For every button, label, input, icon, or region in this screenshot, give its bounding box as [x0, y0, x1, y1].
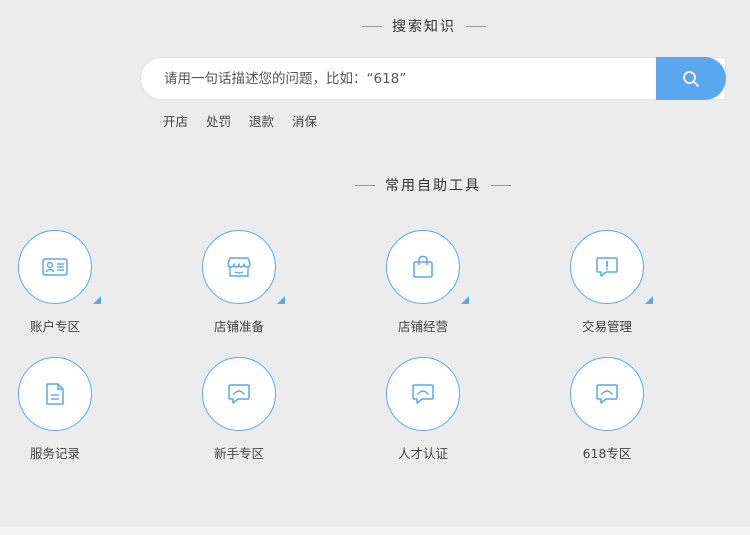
bottom-bar [0, 527, 750, 535]
document-icon [46, 383, 64, 405]
search-input[interactable] [141, 58, 725, 99]
hot-tag-link[interactable]: 退款 [249, 111, 274, 130]
hot-tag-link[interactable]: 开店 [163, 111, 188, 130]
tool-label: 服务记录 [29, 446, 80, 461]
tool-icon-circle[interactable] [18, 357, 92, 431]
title-divider-left [355, 184, 375, 186]
id-card-icon [42, 258, 68, 276]
tool-label: 618专区 [582, 446, 632, 461]
tool-label: 新手专区 [213, 446, 264, 461]
chat-icon [596, 384, 618, 404]
tool-label: 账户专区 [29, 319, 80, 334]
tool-talent-cert[interactable]: 人才认证 [368, 357, 478, 462]
corner-triangle-icon [461, 296, 469, 304]
tool-icon-circle[interactable] [386, 230, 469, 304]
tool-label: 交易管理 [581, 319, 632, 334]
tool-icon-circle[interactable] [202, 357, 276, 431]
shopping-bag-icon [413, 255, 433, 278]
tool-icon-circle[interactable] [570, 357, 644, 431]
tool-account[interactable]: 账户专区 [0, 230, 110, 335]
chat-icon [228, 384, 250, 404]
corner-triangle-icon [277, 296, 285, 304]
hot-tag-link[interactable]: 消保 [292, 111, 317, 130]
tool-icon-circle[interactable] [570, 230, 653, 304]
chat-icon [412, 384, 434, 404]
search-section-title: 搜索知识 [49, 16, 750, 36]
title-divider-right [466, 25, 486, 27]
corner-triangle-icon [93, 296, 101, 304]
tool-store-prep[interactable]: 店铺准备 [184, 230, 294, 335]
alert-chat-icon [596, 257, 618, 277]
tool-trade-mgmt[interactable]: 交易管理 [552, 230, 662, 335]
tool-label: 店铺准备 [213, 319, 264, 334]
tool-icon-circle[interactable] [18, 230, 101, 304]
tool-icon-circle[interactable] [386, 357, 460, 431]
tool-label: 人才认证 [397, 446, 448, 461]
tool-service-records[interactable]: 服务记录 [0, 357, 110, 462]
corner-triangle-icon [645, 296, 653, 304]
tool-newbie[interactable]: 新手专区 [184, 357, 294, 462]
tools-title-text: 常用自助工具 [385, 178, 481, 194]
title-divider-right [491, 184, 511, 186]
search-title-text: 搜索知识 [392, 19, 456, 35]
tool-label: 店铺经营 [397, 319, 448, 334]
hot-search-tags: 开店 处罚 退款 消保 [163, 111, 317, 130]
search-icon [683, 70, 699, 87]
search-bar [140, 57, 726, 100]
title-divider-left [362, 25, 382, 27]
hot-tag-link[interactable]: 处罚 [206, 111, 231, 130]
tool-store-ops[interactable]: 店铺经营 [368, 230, 478, 335]
tool-icon-circle[interactable] [202, 230, 285, 304]
store-icon [227, 257, 251, 277]
tools-section-title: 常用自助工具 [58, 175, 750, 195]
search-button[interactable] [656, 57, 726, 100]
tool-618[interactable]: 618专区 [552, 357, 662, 462]
